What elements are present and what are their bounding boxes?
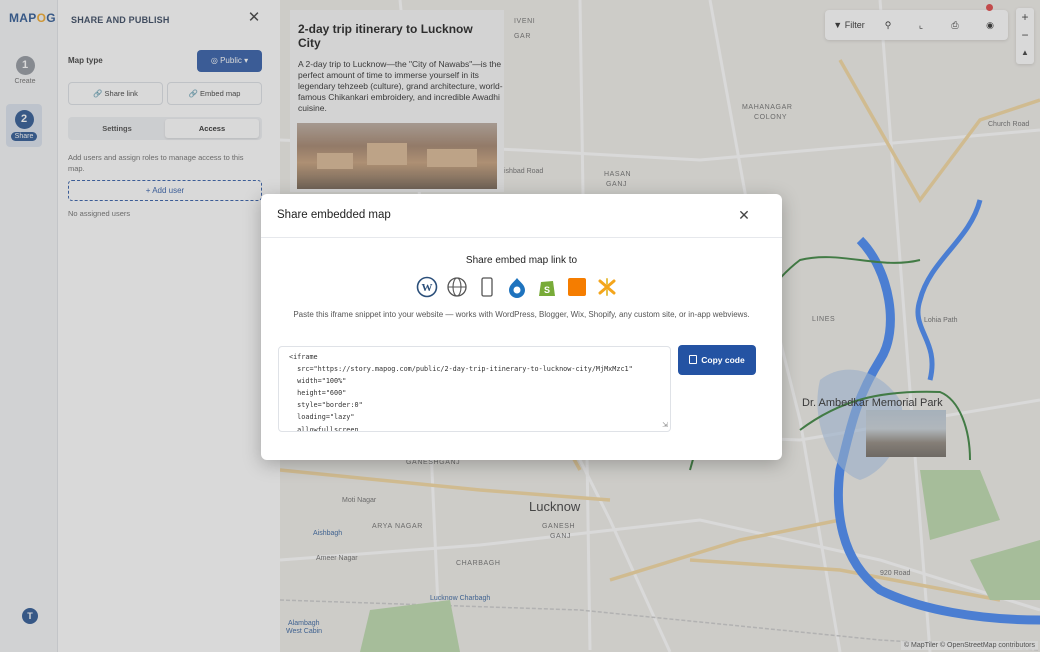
code-line: src="https://story.mapog.com/public/2-da… <box>289 365 633 374</box>
modal-scrollbar[interactable] <box>770 242 775 442</box>
wordpress-icon[interactable]: W <box>416 276 438 298</box>
code-line: loading="lazy" <box>289 413 355 422</box>
modal-header: Share embedded map ✕ <box>261 194 782 238</box>
share-embed-modal: Share embedded map ✕ Share embed map lin… <box>261 194 782 460</box>
joomla-icon[interactable] <box>596 276 618 298</box>
platform-icons: W S <box>416 276 626 298</box>
shopify-icon[interactable]: S <box>536 276 558 298</box>
close-icon[interactable]: ✕ <box>736 207 752 223</box>
embed-code-textarea[interactable]: <iframe src="https://story.mapog.com/pub… <box>278 346 671 432</box>
embed-helper-text: Paste this iframe snippet into your webs… <box>293 310 750 319</box>
modal-title: Share embedded map <box>277 209 391 221</box>
code-line: width="100%" <box>289 377 347 386</box>
copy-icon <box>689 355 698 364</box>
svg-text:W: W <box>422 282 433 294</box>
code-line: height="600" <box>289 389 347 398</box>
blogger-icon[interactable] <box>566 276 588 298</box>
copy-code-button[interactable]: Copy code <box>678 345 756 375</box>
drupal-icon[interactable] <box>506 276 528 298</box>
code-line: allowfullscreen <box>289 425 359 432</box>
svg-text:S: S <box>544 285 550 295</box>
mobile-app-icon[interactable] <box>476 276 498 298</box>
code-line: style="border:0" <box>289 401 363 410</box>
resize-grip-icon[interactable]: ⇲ <box>662 421 668 429</box>
website-icon[interactable] <box>446 276 468 298</box>
code-line: <iframe <box>289 353 318 361</box>
embed-subtitle: Share embed map link to <box>465 255 578 266</box>
